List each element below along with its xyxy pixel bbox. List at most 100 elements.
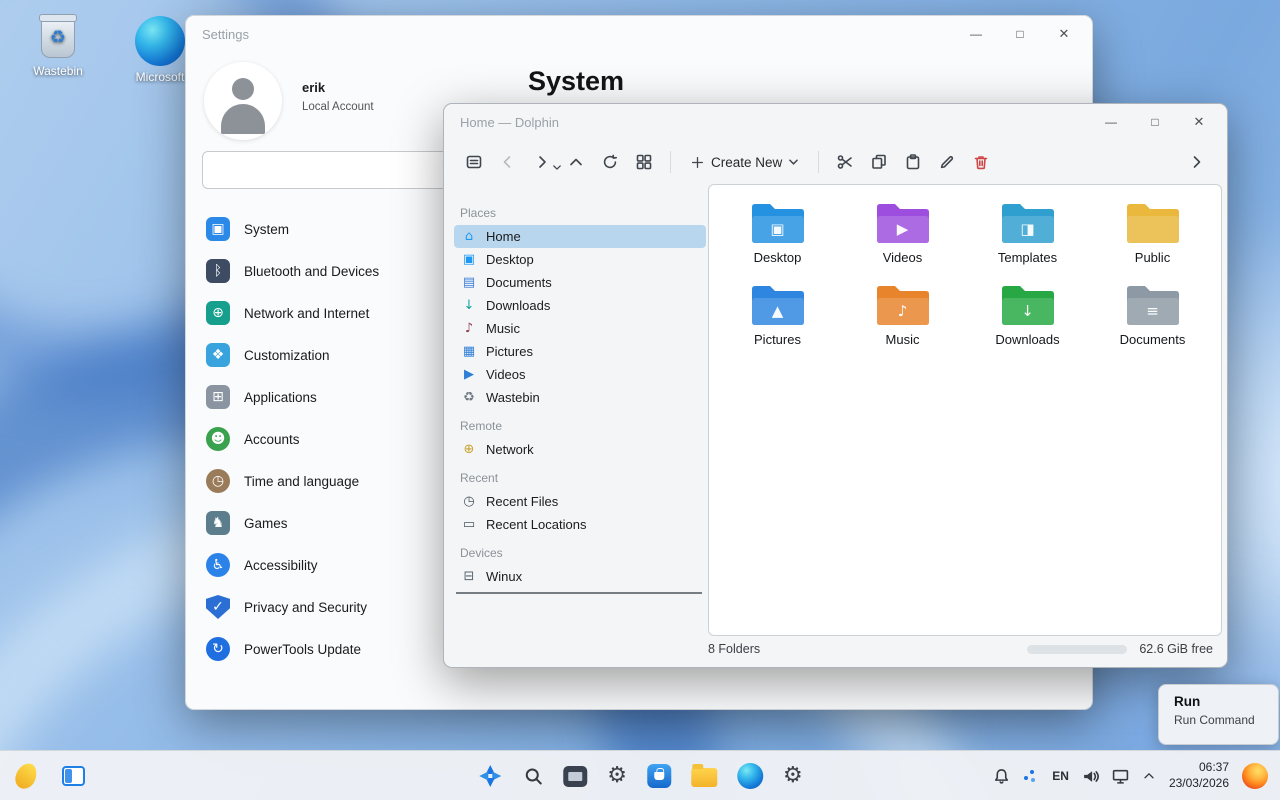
system-icon: ▣ <box>206 217 230 241</box>
folder-item-public[interactable]: Public <box>1094 199 1212 265</box>
folder-item-music[interactable]: ♪ Music <box>844 281 962 347</box>
customization-icon: ❖ <box>206 343 230 367</box>
clock-icon: ◷ <box>206 469 230 493</box>
place-videos[interactable]: ▶ Videos <box>454 363 706 386</box>
remote-section-header: Remote <box>460 419 706 433</box>
create-new-button[interactable]: Create New <box>681 146 808 178</box>
settings-gear-icon[interactable]: ⚙ <box>607 765 627 787</box>
sidebar-item-network-internet[interactable]: ⊕ Network and Internet <box>198 292 478 334</box>
display-cast-icon[interactable] <box>1112 768 1129 785</box>
place-label: Home <box>486 229 521 244</box>
edge-browser-icon[interactable] <box>737 763 763 789</box>
folder-item-documents[interactable]: ≡ Documents <box>1094 281 1212 347</box>
tray-expand-chevron-icon[interactable] <box>1142 769 1156 783</box>
folder-icon: ↓ <box>1000 281 1056 327</box>
device-winux[interactable]: ⊟ Winux <box>454 565 706 588</box>
sidebar-item-games[interactable]: ♞ Games <box>198 502 478 544</box>
sidebar-item-time-language[interactable]: ◷ Time and language <box>198 460 478 502</box>
place-recent-files[interactable]: ◷ Recent Files <box>454 490 706 513</box>
firefox-icon[interactable] <box>1242 763 1268 789</box>
place-music[interactable]: ♪ Music <box>454 317 706 340</box>
place-downloads[interactable]: ↓ Downloads <box>454 294 706 317</box>
folder-icon: ▶ <box>875 199 931 245</box>
folder-label: Templates <box>969 250 1087 265</box>
winux-logo-icon[interactable] <box>13 761 39 791</box>
volume-icon[interactable] <box>1082 768 1099 785</box>
notifications-bell-icon[interactable] <box>993 768 1010 785</box>
folder-label: Downloads <box>969 332 1087 347</box>
place-pictures[interactable]: ▦ Pictures <box>454 340 706 363</box>
sidebar-item-label: Accounts <box>244 432 300 447</box>
folder-item-templates[interactable]: ◨ Templates <box>969 199 1087 265</box>
menu-icon[interactable] <box>458 146 490 178</box>
system-settings-icon[interactable]: ⚙ <box>783 765 803 787</box>
paste-icon[interactable] <box>897 146 929 178</box>
place-desktop[interactable]: ▣ Desktop <box>454 248 706 271</box>
close-button[interactable]: ✕ <box>1042 16 1086 52</box>
toolbar-separator <box>818 151 819 173</box>
user-account-type: Local Account <box>302 101 374 113</box>
window-panel-icon[interactable] <box>62 766 85 786</box>
connectivity-icon[interactable] <box>1023 769 1039 783</box>
image-viewer-icon[interactable] <box>563 766 587 787</box>
minimize-button[interactable]: — <box>954 16 998 52</box>
place-wastebin[interactable]: ♻ Wastebin <box>454 386 706 409</box>
sidebar-item-powertools-update[interactable]: ↻ PowerTools Update <box>198 628 478 670</box>
plus-icon <box>691 156 704 169</box>
place-recent-locations[interactable]: ▭ Recent Locations <box>454 513 706 536</box>
folder-item-pictures[interactable]: ▲ Pictures <box>719 281 837 347</box>
place-label: Wastebin <box>486 390 540 405</box>
settings-window-title: Settings <box>186 27 249 42</box>
up-icon[interactable] <box>560 146 592 178</box>
toolbar-overflow-icon[interactable] <box>1181 146 1213 178</box>
close-button[interactable]: ✕ <box>1177 104 1221 140</box>
file-manager-icon[interactable] <box>691 768 717 787</box>
clock[interactable]: 06:37 23/03/2026 <box>1169 760 1229 791</box>
icon-view-icon[interactable] <box>628 146 660 178</box>
sidebar-item-system[interactable]: ▣ System <box>198 208 478 250</box>
user-name: erik <box>302 80 325 95</box>
copy-icon[interactable] <box>863 146 895 178</box>
folder-icon: ≡ <box>1125 281 1181 327</box>
place-network[interactable]: ⊕ Network <box>454 438 706 461</box>
time: 06:37 <box>1169 760 1229 776</box>
rename-icon[interactable] <box>931 146 963 178</box>
desktop: ♻ Wastebin Microsoft Settings — □ ✕ erik… <box>0 0 1280 800</box>
place-home[interactable]: ⌂ Home <box>454 225 706 248</box>
language-indicator[interactable]: EN <box>1052 769 1069 783</box>
place-documents[interactable]: ▤ Documents <box>454 271 706 294</box>
folder-item-downloads[interactable]: ↓ Downloads <box>969 281 1087 347</box>
folder-emblem: ◨ <box>1000 213 1056 245</box>
sidebar-item-accessibility[interactable]: ♿ Accessibility <box>198 544 478 586</box>
folder-label: Music <box>844 332 962 347</box>
maximize-button[interactable]: □ <box>998 16 1042 52</box>
forward-icon[interactable] <box>526 146 558 178</box>
folder-item-desktop[interactable]: ▣ Desktop <box>719 199 837 265</box>
sidebar-item-label: Customization <box>244 348 330 363</box>
folder-item-videos[interactable]: ▶ Videos <box>844 199 962 265</box>
delete-icon[interactable] <box>965 146 997 178</box>
folder-icon: ▣ <box>750 199 806 245</box>
sidebar-item-accounts[interactable]: ☻ Accounts <box>198 418 478 460</box>
cut-icon[interactable] <box>829 146 861 178</box>
desktop-icon-wastebin[interactable]: ♻ Wastebin <box>10 14 106 78</box>
documents-icon: ▤ <box>460 276 478 289</box>
back-icon[interactable] <box>492 146 524 178</box>
sidebar-item-bluetooth-devices[interactable]: ᛒ Bluetooth and Devices <box>198 250 478 292</box>
minimize-button[interactable]: — <box>1089 104 1133 140</box>
sidebar-item-label: Games <box>244 516 288 531</box>
sidebar-item-customization[interactable]: ❖ Customization <box>198 334 478 376</box>
pictures-icon: ▦ <box>460 345 478 358</box>
discover-store-icon[interactable] <box>647 764 671 788</box>
sidebar-item-label: Network and Internet <box>244 306 369 321</box>
run-tooltip-title: Run <box>1174 694 1263 709</box>
sidebar-item-privacy-security[interactable]: ✓ Privacy and Security <box>198 586 478 628</box>
start-button[interactable] <box>477 763 503 789</box>
dolphin-window-title: Home — Dolphin <box>444 115 559 130</box>
maximize-button[interactable]: □ <box>1133 104 1177 140</box>
panel-divider <box>456 592 702 594</box>
refresh-icon[interactable] <box>594 146 626 178</box>
folder-label: Documents <box>1094 332 1212 347</box>
search-icon[interactable] <box>523 766 543 786</box>
sidebar-item-applications[interactable]: ⊞ Applications <box>198 376 478 418</box>
